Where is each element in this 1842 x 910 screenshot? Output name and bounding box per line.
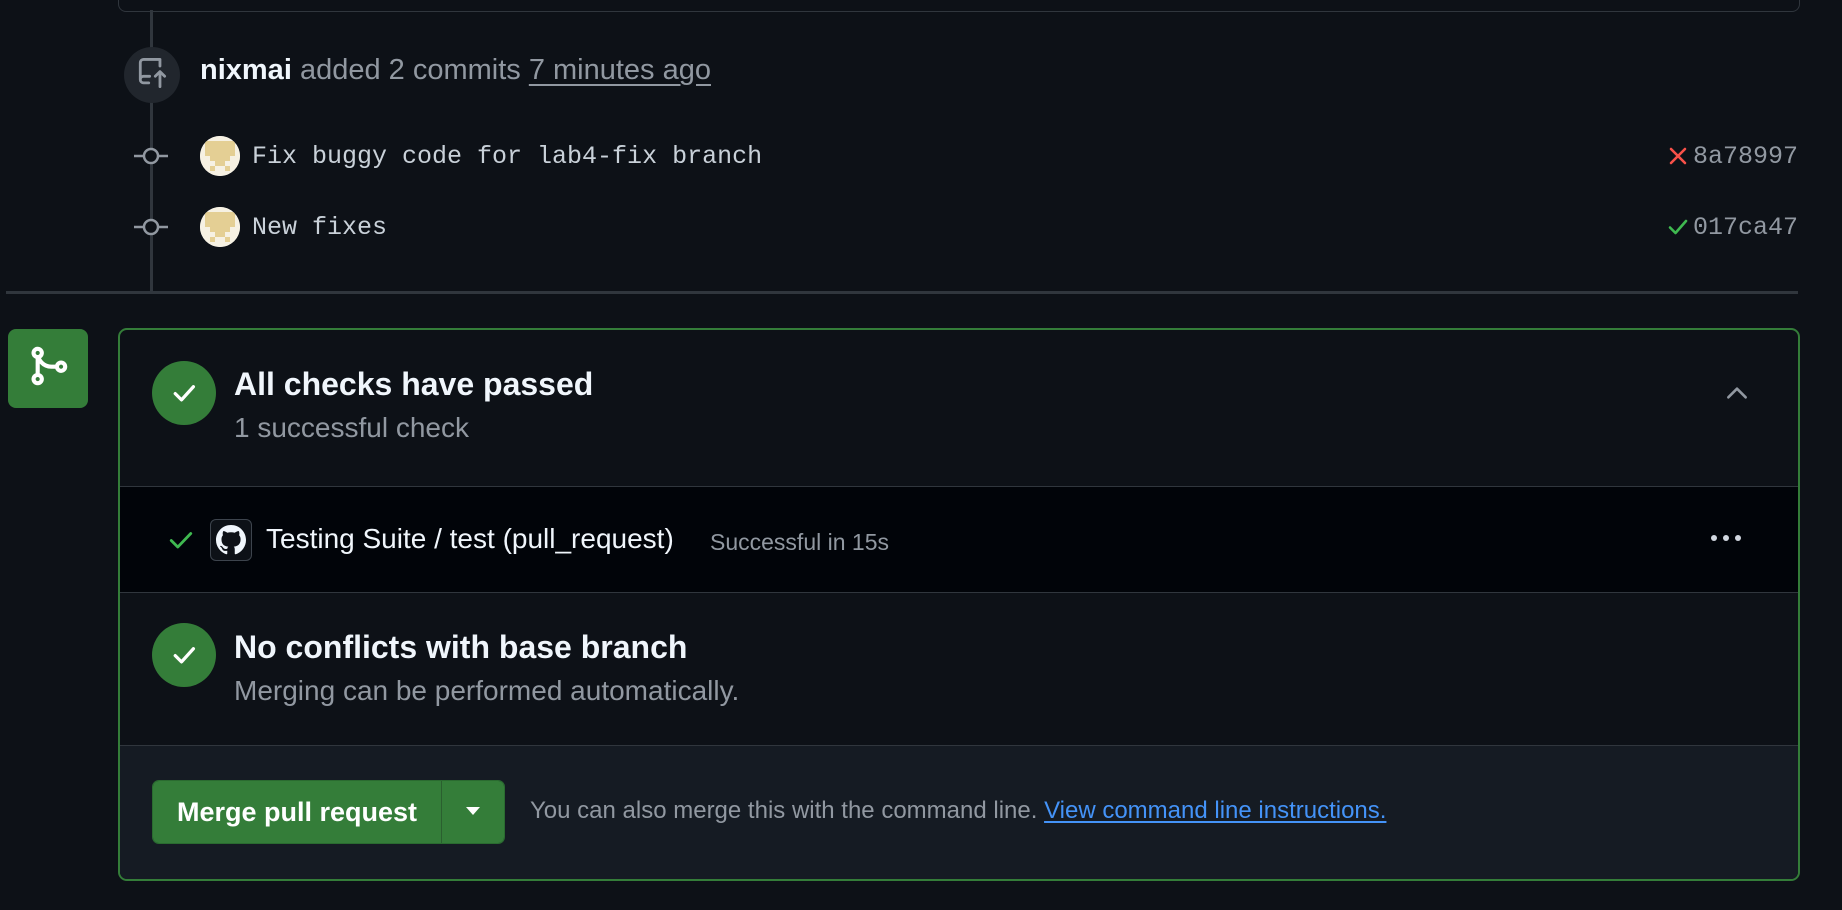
kebab-horizontal-icon	[1708, 530, 1744, 548]
git-commit-icon	[134, 207, 168, 247]
merge-method-dropdown-button[interactable]	[441, 781, 505, 843]
collapse-checks-button[interactable]	[1722, 380, 1752, 410]
merge-button-group: Merge pull request	[152, 780, 506, 844]
git-merge-icon	[26, 344, 70, 393]
commit-sha-link[interactable]: 017ca47	[1693, 213, 1798, 242]
success-check-icon	[152, 361, 216, 425]
push-action-text: added 2 commits	[299, 54, 521, 86]
conflicts-summary: No conflicts with base branch Merging ca…	[120, 593, 1798, 746]
merge-actions: Merge pull request You can also merge th…	[120, 746, 1798, 879]
check-run-row[interactable]: Testing Suite / test (pull_request) Succ…	[120, 487, 1798, 593]
check-icon	[168, 527, 194, 553]
merge-hint-text: You can also merge this with the command…	[530, 797, 1038, 824]
check-run-menu-button[interactable]	[1708, 525, 1744, 553]
push-event-badge	[124, 47, 180, 103]
push-event-text: nixmai added 2 commits 7 minutes ago	[200, 54, 711, 87]
repo-push-icon	[137, 57, 167, 93]
commit-message-link[interactable]: Fix buggy code for lab4-fix branch	[252, 142, 762, 171]
x-icon[interactable]	[1666, 144, 1690, 168]
timeline-divider	[6, 291, 1798, 294]
commit-message-link[interactable]: New fixes	[252, 213, 387, 242]
merge-pull-request-button[interactable]: Merge pull request	[153, 781, 442, 843]
commit-author-link[interactable]: nixmai	[200, 54, 292, 86]
check-run-name[interactable]: Testing Suite / test (pull_request)	[266, 523, 674, 555]
checks-subtitle: 1 successful check	[234, 412, 469, 443]
triangle-down-icon	[465, 803, 481, 821]
commit-row: New fixes 017ca47	[134, 207, 1798, 247]
merge-hint: You can also merge this with the command…	[530, 797, 1386, 825]
checks-title: All checks have passed	[234, 366, 594, 402]
git-commit-icon	[134, 136, 168, 176]
github-icon	[210, 519, 252, 561]
command-line-instructions-link[interactable]: View command line instructions.	[1044, 797, 1386, 824]
chevron-up-icon	[1724, 380, 1750, 411]
avatar[interactable]	[200, 136, 240, 176]
check-icon[interactable]	[1666, 215, 1690, 239]
merge-status-badge	[8, 329, 88, 408]
conflicts-title: No conflicts with base branch	[234, 629, 688, 665]
merge-box: All checks have passed 1 successful chec…	[118, 328, 1800, 881]
conflicts-subtitle: Merging can be performed automatically.	[234, 675, 740, 706]
commit-row: Fix buggy code for lab4-fix branch 8a789…	[134, 136, 1798, 176]
check-run-status: Successful in 15s	[710, 529, 889, 555]
checks-summary[interactable]: All checks have passed 1 successful chec…	[120, 330, 1798, 487]
avatar[interactable]	[200, 207, 240, 247]
commit-sha-link[interactable]: 8a78997	[1693, 142, 1798, 171]
push-time-link[interactable]: 7 minutes ago	[529, 54, 711, 86]
previous-comment-box	[118, 0, 1800, 12]
success-check-icon	[152, 623, 216, 687]
